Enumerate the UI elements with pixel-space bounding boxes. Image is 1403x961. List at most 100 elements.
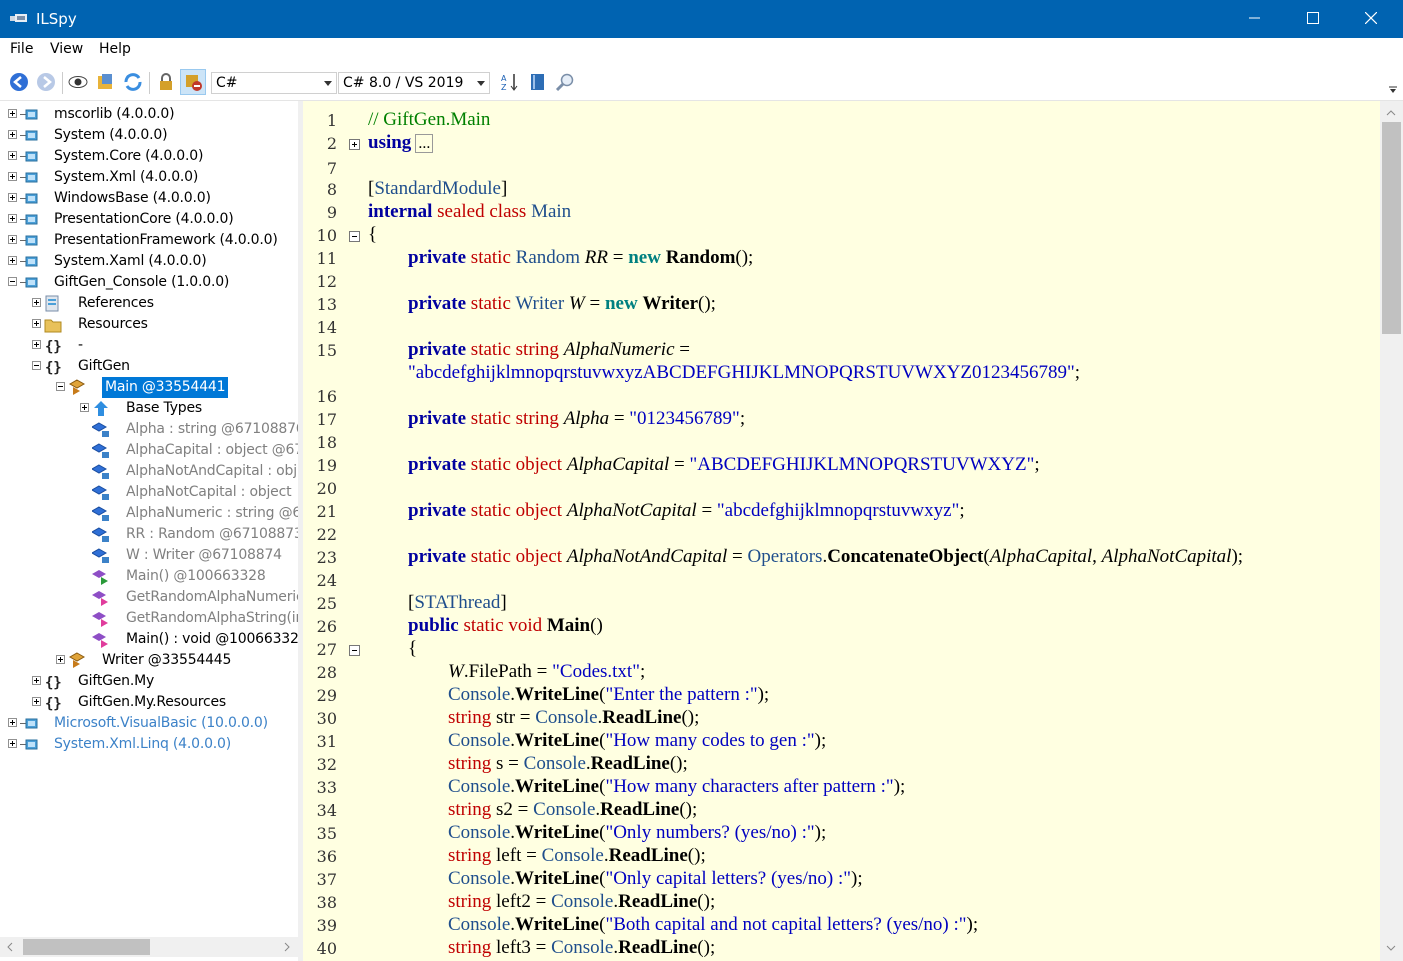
back-icon[interactable] xyxy=(9,72,29,92)
eye-icon[interactable] xyxy=(68,72,88,92)
menu-help[interactable]: Help xyxy=(99,41,131,57)
tree-item[interactable]: Main() : void @10066332 xyxy=(0,629,298,650)
menu-file[interactable]: File xyxy=(10,41,33,57)
scroll-up-icon[interactable] xyxy=(1386,109,1396,117)
tree-item[interactable]: {} GiftGen xyxy=(0,356,298,377)
chevron-down-icon xyxy=(477,81,485,86)
tree-item[interactable]: Alpha : string @67108876 xyxy=(0,419,298,440)
expand-icon[interactable] xyxy=(8,193,17,202)
tree-item[interactable]: RR : Random @67108873 xyxy=(0,524,298,545)
line-number: 22 xyxy=(316,525,337,544)
svg-text:Z: Z xyxy=(501,83,507,92)
collapse-fold-icon[interactable] xyxy=(349,645,360,656)
assembly-icon xyxy=(20,148,38,165)
collapsed-region-ellipsis[interactable]: ... xyxy=(415,134,434,153)
menu-view[interactable]: View xyxy=(50,41,83,57)
tree-item[interactable]: {} GiftGen.My.Resources xyxy=(0,692,298,713)
line-number: 31 xyxy=(316,732,337,751)
tree-item[interactable]: {} GiftGen.My xyxy=(0,671,298,692)
toolbar-overflow-icon[interactable] xyxy=(1389,86,1397,94)
lock-icon[interactable] xyxy=(156,72,176,92)
maximize-button[interactable] xyxy=(1284,0,1342,38)
version-combo[interactable]: C# 8.0 / VS 2019 xyxy=(338,72,490,94)
code-scroll-thumb[interactable] xyxy=(1382,122,1401,334)
scroll-down-icon[interactable] xyxy=(1386,944,1396,952)
expand-icon[interactable] xyxy=(8,130,17,139)
search-icon[interactable] xyxy=(555,72,575,92)
tree-item[interactable]: System (4.0.0.0) xyxy=(0,125,298,146)
collapse-icon[interactable] xyxy=(8,277,17,286)
tree-item[interactable]: GiftGen_Console (1.0.0.0) xyxy=(0,272,298,293)
expand-icon[interactable] xyxy=(80,403,89,412)
tree-item[interactable]: System.Core (4.0.0.0) xyxy=(0,146,298,167)
line-number: 27 xyxy=(316,640,337,659)
expand-icon[interactable] xyxy=(8,172,17,181)
line-number: 10 xyxy=(316,226,337,245)
tree-item[interactable]: GetRandomAlphaNumeric xyxy=(0,587,298,608)
tree-item[interactable]: System.Xml (4.0.0.0) xyxy=(0,167,298,188)
expand-fold-icon[interactable] xyxy=(349,139,360,150)
tree-item[interactable]: W : Writer @67108874 xyxy=(0,545,298,566)
code-line: { xyxy=(408,638,418,659)
line-number: 26 xyxy=(316,617,337,636)
tree-item[interactable]: References xyxy=(0,293,298,314)
class-icon xyxy=(68,379,86,396)
expand-icon[interactable] xyxy=(8,235,17,244)
expand-icon[interactable] xyxy=(32,676,41,685)
expand-icon[interactable] xyxy=(8,739,17,748)
tree-item[interactable]: Resources xyxy=(0,314,298,335)
expand-icon[interactable] xyxy=(8,256,17,265)
expand-icon[interactable] xyxy=(32,298,41,307)
expand-icon[interactable] xyxy=(32,697,41,706)
tree-item[interactable]: Main() @100663328 xyxy=(0,566,298,587)
code-line: internal sealed class Main xyxy=(368,201,572,222)
tree-item[interactable]: Microsoft.VisualBasic (10.0.0.0) xyxy=(0,713,298,734)
tree-item[interactable]: {} - xyxy=(0,335,298,356)
tree-item[interactable]: PresentationCore (4.0.0.0) xyxy=(0,209,298,230)
tree-item[interactable]: AlphaNotAndCapital : obj xyxy=(0,461,298,482)
line-number: 20 xyxy=(316,479,337,498)
tree-item[interactable]: AlphaNotCapital : object xyxy=(0,482,298,503)
expand-icon[interactable] xyxy=(8,151,17,160)
tree-scroll-thumb[interactable] xyxy=(23,939,150,955)
expand-icon[interactable] xyxy=(8,718,17,727)
tree-item[interactable]: Writer @33554445 xyxy=(0,650,298,671)
tree-item[interactable]: AlphaNumeric : string @6 xyxy=(0,503,298,524)
line-number: 29 xyxy=(316,686,337,705)
scroll-right-icon[interactable] xyxy=(283,942,291,952)
collapse-fold-icon[interactable] xyxy=(349,231,360,242)
assembly-tree[interactable]: mscorlib (4.0.0.0) System (4.0.0.0) System… xyxy=(0,101,298,961)
expand-icon[interactable] xyxy=(8,109,17,118)
tree-item[interactable]: PresentationFramework (4.0.0.0) xyxy=(0,230,298,251)
language-combo[interactable]: C# xyxy=(211,72,337,94)
scroll-left-icon[interactable] xyxy=(6,942,14,952)
tree-horizontal-scrollbar[interactable] xyxy=(0,937,298,957)
collapse-icon[interactable] xyxy=(32,361,41,370)
sort-icon[interactable]: AZ xyxy=(500,72,520,92)
expand-icon[interactable] xyxy=(8,214,17,223)
tree-item[interactable]: AlphaCapital : object @67 xyxy=(0,440,298,461)
minimize-button[interactable] xyxy=(1226,0,1284,38)
expand-icon[interactable] xyxy=(32,319,41,328)
tree-item-label: Alpha : string @67108876 xyxy=(126,421,298,437)
code-view[interactable]: 1 2 7 8 9 10 11 12 13 14 15 16 17 18 19 20 21 22 23 24 25 26 2… xyxy=(303,101,1380,961)
book-icon[interactable] xyxy=(528,72,548,92)
tree-item[interactable]: Base Types xyxy=(0,398,298,419)
namespace-icon: {} xyxy=(44,337,62,355)
tree-item[interactable]: WindowsBase (4.0.0.0) xyxy=(0,188,298,209)
open-folder-icon[interactable] xyxy=(96,72,116,92)
forward-icon[interactable] xyxy=(36,72,56,92)
tree-item[interactable]: GetRandomAlphaString(ir xyxy=(0,608,298,629)
tree-item[interactable]: mscorlib (4.0.0.0) xyxy=(0,104,298,125)
tree-item[interactable]: System.Xaml (4.0.0.0) xyxy=(0,251,298,272)
tree-item[interactable]: System.Xml.Linq (4.0.0.0) xyxy=(0,734,298,755)
tree-item-label: PresentationFramework (4.0.0.0) xyxy=(54,232,278,248)
expand-icon[interactable] xyxy=(32,340,41,349)
show-all-members-icon[interactable] xyxy=(183,72,203,92)
reload-icon[interactable] xyxy=(123,72,143,92)
line-number: 37 xyxy=(316,870,337,889)
close-button[interactable] xyxy=(1342,0,1400,38)
collapse-icon[interactable] xyxy=(56,382,65,391)
expand-icon[interactable] xyxy=(56,655,65,664)
tree-item[interactable]: Main @33554441 xyxy=(0,377,298,398)
